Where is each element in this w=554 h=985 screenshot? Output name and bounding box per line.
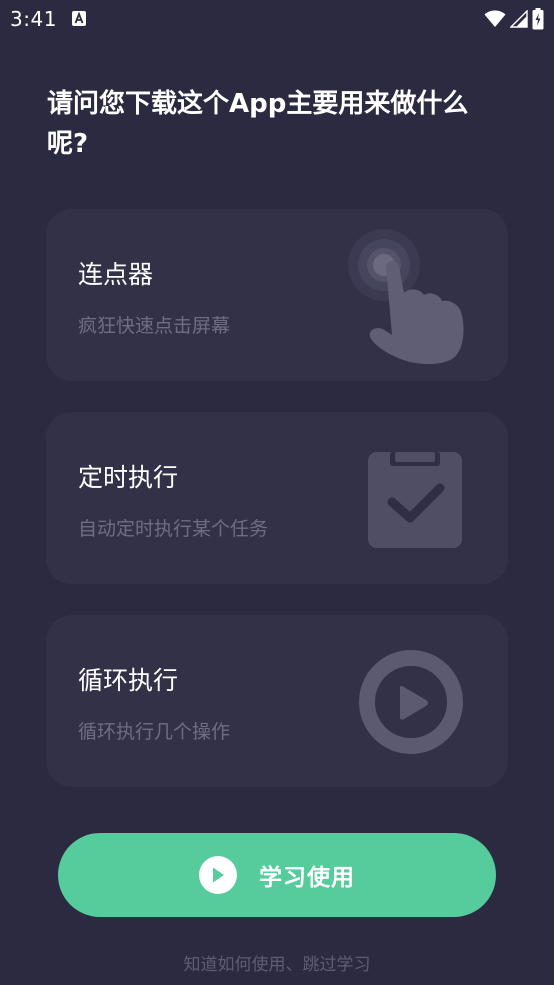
card-title: 定时执行: [78, 463, 179, 492]
status-icons: [484, 8, 544, 30]
card-title: 连点器: [78, 260, 154, 289]
option-card-clicker[interactable]: 连点器 疯狂快速点击屏幕: [46, 209, 508, 381]
skip-tutorial-link[interactable]: 知道如何使用、跳过学习: [0, 950, 554, 975]
play-circle-icon: [359, 650, 463, 754]
learn-to-use-label: 学习使用: [259, 865, 355, 891]
option-card-loop[interactable]: 循环执行 循环执行几个操作: [46, 615, 508, 787]
tap-hand-icon: [348, 229, 464, 365]
card-subtitle: 疯狂快速点击屏幕: [78, 315, 231, 337]
status-bar: 3:41: [0, 0, 554, 40]
card-subtitle: 循环执行几个操作: [78, 721, 231, 743]
card-subtitle: 自动定时执行某个任务: [78, 518, 269, 540]
status-time: 3:41: [10, 7, 57, 31]
wifi-icon: [484, 10, 506, 27]
card-title: 循环执行: [78, 666, 179, 695]
option-card-scheduled[interactable]: 定时执行 自动定时执行某个任务: [46, 412, 508, 584]
learn-to-use-button[interactable]: 学习使用: [58, 833, 496, 917]
play-icon: [199, 856, 237, 894]
page-title: 请问您下载这个App主要用来做什么呢?: [47, 89, 469, 159]
notification-a-icon: [72, 11, 86, 26]
clipboard-check-icon: [368, 452, 462, 548]
battery-icon: [532, 8, 544, 30]
signal-icon: [510, 10, 528, 28]
